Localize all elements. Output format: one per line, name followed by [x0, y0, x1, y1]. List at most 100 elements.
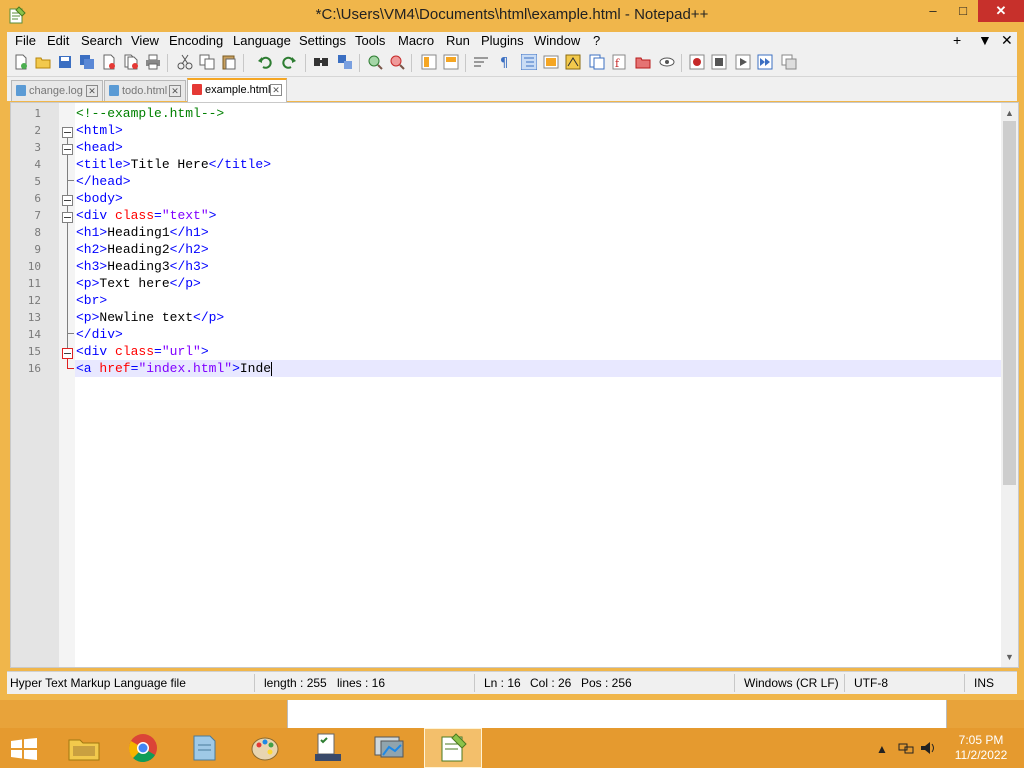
menu-edit[interactable]: Edit — [47, 33, 69, 48]
monitoring-eye-icon[interactable] — [659, 54, 675, 70]
tab-change-log[interactable]: change.log ✕ — [11, 80, 103, 101]
menu-tools[interactable]: Tools — [355, 33, 385, 48]
paste-icon[interactable] — [221, 54, 237, 70]
sync-vertical-icon[interactable] — [421, 54, 437, 70]
playback-macro-icon[interactable] — [735, 54, 751, 70]
word-wrap-icon[interactable] — [473, 54, 489, 70]
volume-icon[interactable] — [920, 741, 938, 755]
print-icon[interactable] — [145, 54, 161, 70]
record-macro-icon[interactable] — [689, 54, 705, 70]
taskbar-paint[interactable] — [236, 728, 294, 768]
code-line[interactable]: <p>Newline text</p> — [75, 309, 1002, 326]
copy-icon[interactable] — [199, 54, 215, 70]
new-tab-plus-icon[interactable]: + — [953, 32, 961, 48]
menu-file[interactable]: File — [15, 33, 36, 48]
windows-start-icon[interactable] — [10, 738, 38, 760]
menu-run[interactable]: Run — [446, 33, 470, 48]
close-all-icon[interactable] — [123, 54, 139, 70]
show-hidden-icons-icon[interactable]: ▲ — [876, 742, 888, 756]
code-line[interactable]: <!--example.html--> — [75, 105, 1002, 122]
line-number: 9 — [34, 243, 41, 256]
fold-margin[interactable] — [59, 103, 75, 667]
code-line[interactable]: <h2>Heading2</h2> — [75, 241, 1002, 258]
menu-macro[interactable]: Macro — [398, 33, 434, 48]
minimize-button[interactable]: – — [918, 0, 948, 22]
taskbar-remote-desktop[interactable] — [360, 728, 418, 768]
code-line[interactable]: <h1>Heading1</h1> — [75, 224, 1002, 241]
title-bar[interactable]: *C:\Users\VM4\Documents\html\example.htm… — [0, 0, 1024, 32]
maximize-button[interactable]: □ — [948, 0, 978, 22]
replace-icon[interactable] — [337, 54, 353, 70]
tab-example-html[interactable]: example.html ✕ — [187, 78, 287, 102]
tab-close-icon[interactable]: ✕ — [270, 84, 282, 96]
taskbar-chrome[interactable] — [114, 728, 172, 768]
taskbar-file-explorer[interactable] — [55, 728, 113, 768]
code-line[interactable]: <head> — [75, 139, 1002, 156]
indent-guide-icon[interactable] — [521, 54, 537, 70]
zoom-out-icon[interactable] — [389, 54, 405, 70]
find-icon[interactable] — [313, 54, 329, 70]
close-file-icon[interactable] — [101, 54, 117, 70]
folder-as-workspace-icon[interactable]: f — [611, 54, 627, 70]
document-map-icon[interactable] — [565, 54, 581, 70]
code-line[interactable]: <body> — [75, 190, 1002, 207]
tab-close-icon[interactable]: ✕ — [169, 85, 181, 97]
code-line[interactable]: </head> — [75, 173, 1002, 190]
code-line[interactable]: <a href="index.html">Inde — [75, 360, 1002, 377]
menu-window[interactable]: Window — [534, 33, 580, 48]
open-file-icon[interactable] — [35, 54, 51, 70]
network-icon[interactable] — [898, 741, 914, 755]
code-line[interactable]: <div class="text"> — [75, 207, 1002, 224]
editor-pane[interactable]: 1 2 3 4 5 6 7 8 9 10 11 12 13 14 15 16 <!--example.html… — [10, 102, 1019, 668]
close-document-icon[interactable]: ✕ — [1001, 32, 1013, 49]
scroll-up-arrow-icon[interactable]: ▲ — [1001, 105, 1018, 121]
system-clock[interactable]: 7:05 PM 11/2/2022 — [950, 733, 1012, 763]
menu-help[interactable]: ? — [593, 33, 600, 48]
sync-horizontal-icon[interactable] — [443, 54, 459, 70]
code-token: <p> — [76, 310, 100, 325]
menu-plugins[interactable]: Plugins — [481, 33, 524, 48]
folder-icon[interactable] — [635, 54, 651, 70]
close-button[interactable]: ✕ — [978, 0, 1024, 22]
show-all-characters-icon[interactable]: ¶ — [497, 54, 513, 70]
toolbar-separator — [465, 54, 466, 72]
zoom-in-icon[interactable] — [367, 54, 383, 70]
vertical-scrollbar[interactable]: ▲ ▼ — [1001, 103, 1018, 667]
code-line[interactable]: <p>Text here</p> — [75, 275, 1002, 292]
menu-language[interactable]: Language — [233, 33, 291, 48]
taskbar-notepad-plus-plus[interactable] — [424, 728, 482, 768]
encoding-status[interactable]: UTF-8 — [854, 676, 888, 690]
code-area[interactable]: <!--example.html--> <html> <head> <title>Ti… — [75, 103, 1002, 667]
code-line[interactable]: <br> — [75, 292, 1002, 309]
save-macro-icon[interactable] — [781, 54, 797, 70]
redo-icon[interactable] — [281, 54, 297, 70]
line-number: 15 — [27, 345, 41, 358]
code-line[interactable]: <div class="url"> — [75, 343, 1002, 360]
save-all-icon[interactable] — [79, 54, 95, 70]
user-defined-language-icon[interactable] — [543, 54, 559, 70]
cut-icon[interactable] — [177, 54, 193, 70]
save-icon[interactable] — [57, 54, 73, 70]
code-line[interactable]: <title>Title Here</title> — [75, 156, 1002, 173]
menu-settings[interactable]: Settings — [299, 33, 346, 48]
run-macro-multiple-icon[interactable] — [757, 54, 773, 70]
code-line[interactable]: <html> — [75, 122, 1002, 139]
scrollbar-thumb[interactable] — [1003, 121, 1016, 485]
stop-recording-icon[interactable] — [711, 54, 727, 70]
menu-view[interactable]: View — [131, 33, 159, 48]
tab-list-dropdown-icon[interactable]: ▼ — [978, 32, 992, 48]
code-line[interactable]: <h3>Heading3</h3> — [75, 258, 1002, 275]
new-file-icon[interactable] — [13, 54, 29, 70]
code-line[interactable]: </div> — [75, 326, 1002, 343]
tab-todo-html[interactable]: todo.html ✕ — [104, 80, 186, 101]
function-list-icon[interactable] — [589, 54, 605, 70]
tab-close-icon[interactable]: ✕ — [86, 85, 98, 97]
taskbar-task-manager[interactable] — [299, 728, 357, 768]
menu-search[interactable]: Search — [81, 33, 122, 48]
undo-icon[interactable] — [257, 54, 273, 70]
eol-format-status[interactable]: Windows (CR LF) — [744, 676, 839, 690]
menu-encoding[interactable]: Encoding — [169, 33, 223, 48]
insert-mode-status[interactable]: INS — [974, 676, 994, 690]
scroll-down-arrow-icon[interactable]: ▼ — [1001, 649, 1018, 665]
taskbar-notes-app[interactable] — [175, 728, 233, 768]
